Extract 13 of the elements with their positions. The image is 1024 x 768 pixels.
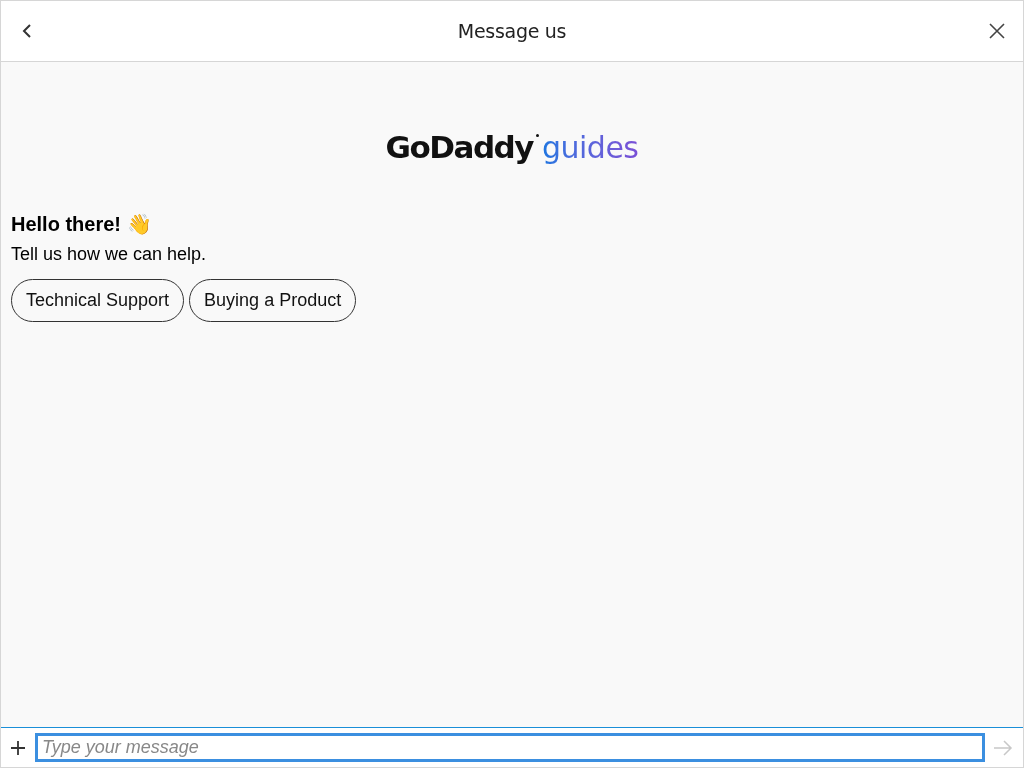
logo: GoDaddy guides <box>385 124 639 171</box>
registered-mark-icon <box>535 134 539 137</box>
quick-reply-button[interactable]: Technical Support <box>11 278 185 322</box>
close-icon <box>989 23 1005 39</box>
quick-reply-button[interactable]: Buying a Product <box>189 278 357 322</box>
window-title: Message us <box>457 18 567 44</box>
attach-button[interactable] <box>9 738 27 757</box>
greeting-text: Tell us how we can help. <box>11 242 208 266</box>
greeting-title: Hello there! 👋 <box>11 211 153 237</box>
plus-icon <box>10 739 26 756</box>
back-icon <box>22 23 32 39</box>
message-field[interactable]: Type your message <box>35 733 985 762</box>
send-icon <box>993 739 1013 756</box>
